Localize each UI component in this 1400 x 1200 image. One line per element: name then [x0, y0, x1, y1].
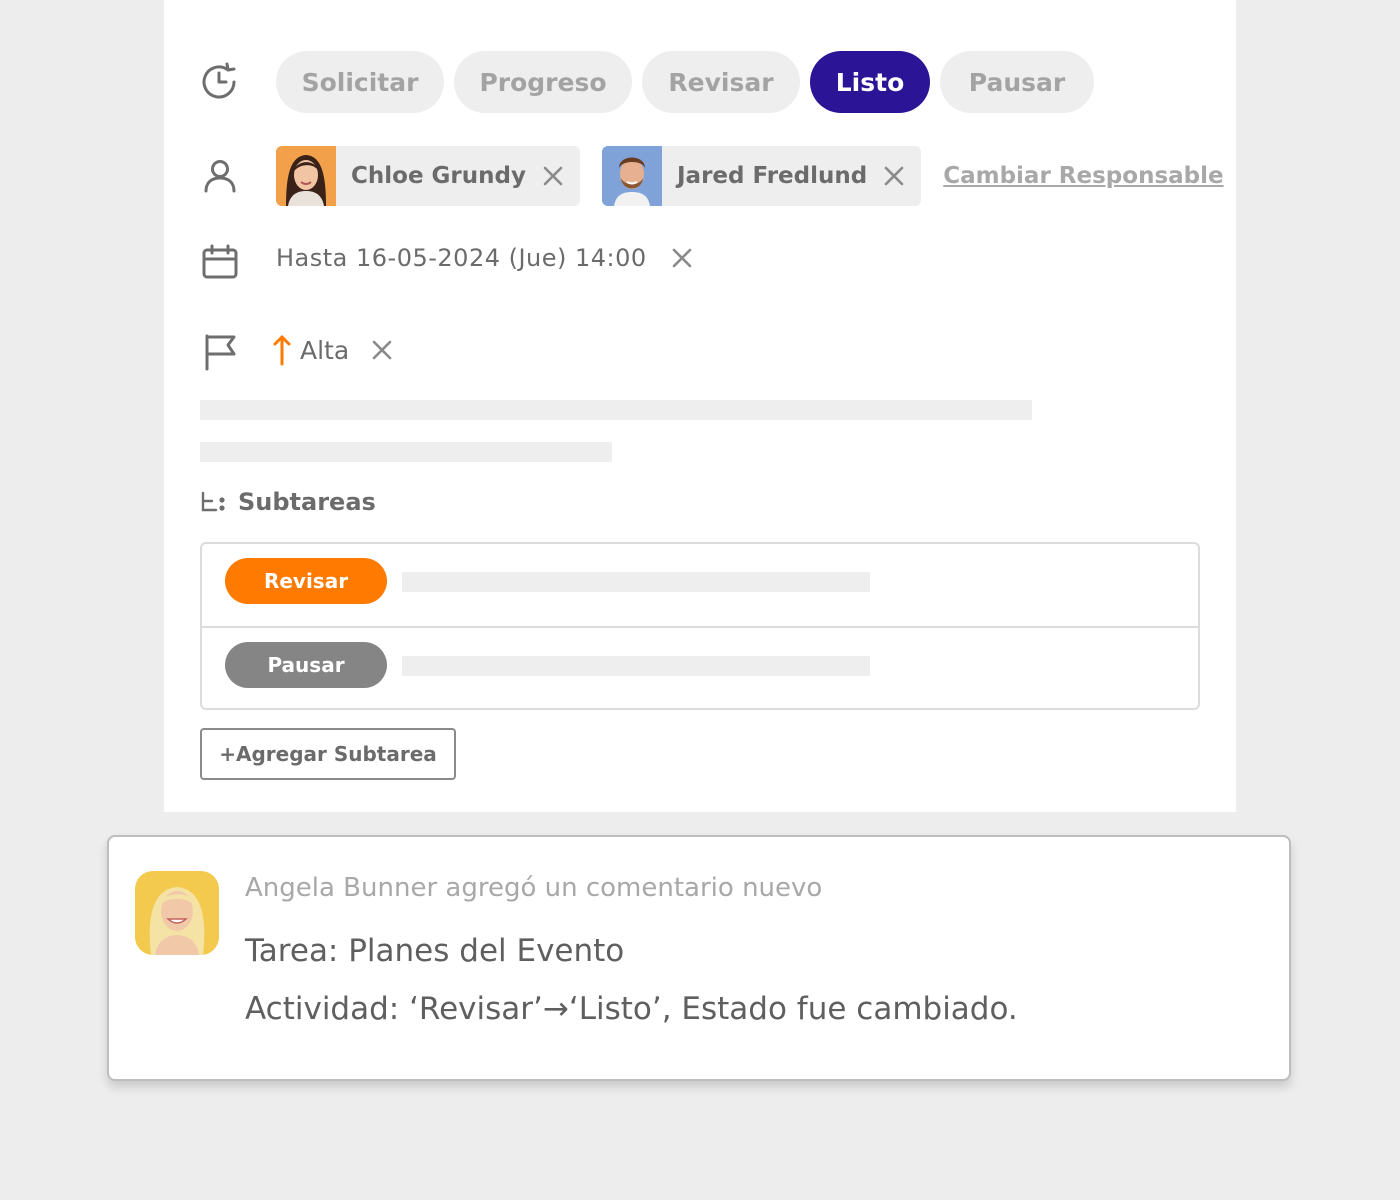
status-pill-revisar[interactable]: Revisar	[642, 51, 800, 113]
remove-assignee-icon[interactable]	[883, 165, 905, 187]
subtask-status-pill[interactable]: Pausar	[225, 642, 387, 688]
task-detail-panel: Solicitar Progreso Revisar Listo Pausar	[164, 0, 1236, 812]
due-date: Hasta 16-05-2024 (Jue) 14:00	[276, 244, 693, 272]
subtask-title-placeholder	[402, 572, 870, 592]
priority-label[interactable]: Alta	[300, 336, 349, 365]
change-assignee-link[interactable]: Cambiar Responsable	[943, 163, 1223, 189]
subtasks-title: Subtareas	[238, 488, 376, 516]
avatar-jared	[601, 146, 662, 206]
clear-priority-icon[interactable]	[371, 339, 393, 361]
notification-card[interactable]: Angela Bunner agregó un comentario nuevo…	[107, 835, 1291, 1081]
status-history-icon	[200, 62, 240, 102]
status-selector: Solicitar Progreso Revisar Listo Pausar	[276, 51, 1094, 113]
subtasks-header: Subtareas	[200, 488, 376, 516]
assignee-name: Chloe Grundy	[351, 163, 526, 189]
flag-icon	[200, 332, 240, 372]
description-placeholder-line	[200, 442, 612, 462]
description-placeholder-line	[200, 400, 1032, 420]
remove-assignee-icon[interactable]	[542, 165, 564, 187]
assignee-chip: Chloe Grundy	[276, 146, 580, 206]
list-item[interactable]: Pausar	[202, 628, 1198, 710]
assignee-list: Chloe Grundy Jared Fredlund Cambiar Resp…	[276, 146, 1224, 206]
status-pill-listo[interactable]: Listo	[810, 51, 930, 113]
subtask-tree-icon	[200, 491, 226, 513]
arrow-up-icon	[272, 334, 292, 366]
list-item[interactable]: Revisar	[202, 544, 1198, 626]
avatar	[135, 871, 219, 955]
subtask-title-placeholder	[402, 656, 870, 676]
calendar-icon	[200, 242, 240, 282]
assignee-name: Jared Fredlund	[676, 163, 868, 189]
subtask-list: Revisar Pausar	[200, 542, 1200, 710]
avatar-chloe	[276, 146, 336, 206]
clear-due-date-icon[interactable]	[671, 247, 693, 269]
priority: Alta	[272, 334, 393, 366]
notification-activity: Actividad: ‘Revisar’→‘Listo’, Estado fue…	[245, 991, 1018, 1027]
assignee-chip: Jared Fredlund	[601, 146, 922, 206]
status-pill-pausar[interactable]: Pausar	[940, 51, 1094, 113]
user-icon	[200, 156, 240, 196]
due-date-text[interactable]: Hasta 16-05-2024 (Jue) 14:00	[276, 244, 647, 272]
add-subtask-button[interactable]: +Agregar Subtarea	[200, 728, 456, 780]
status-pill-progreso[interactable]: Progreso	[454, 51, 632, 113]
subtask-status-pill[interactable]: Revisar	[225, 558, 387, 604]
status-pill-solicitar[interactable]: Solicitar	[276, 51, 444, 113]
notification-task: Tarea: Planes del Evento	[245, 933, 625, 969]
notification-headline: Angela Bunner agregó un comentario nuevo	[245, 873, 823, 903]
